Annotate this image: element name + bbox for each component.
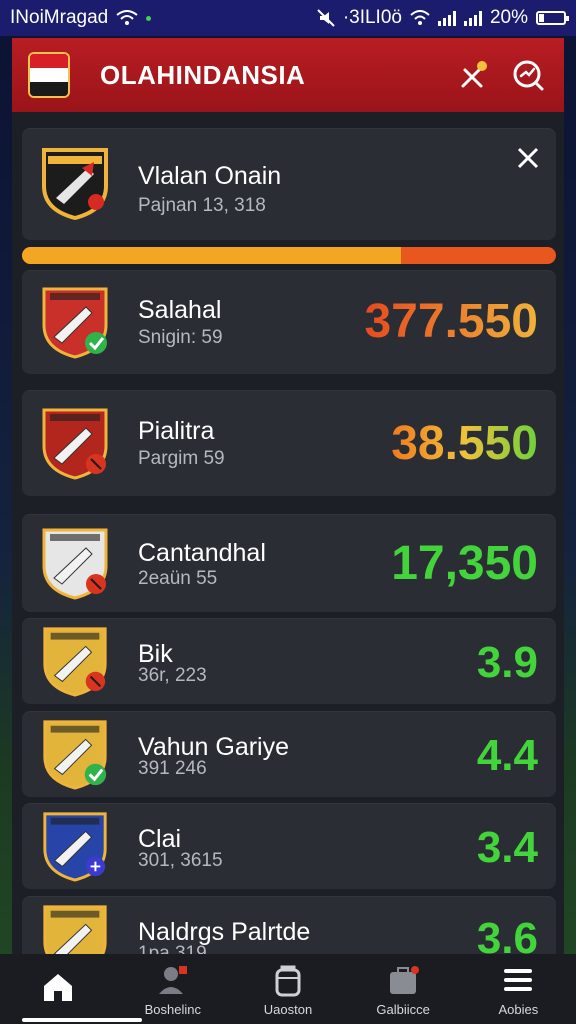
team-badge-icon (43, 812, 107, 882)
nav-locker[interactable]: Uaoston (238, 962, 338, 1017)
nav-briefcase[interactable]: Galbiicce (353, 962, 453, 1017)
bottom-nav: Boshelinc Uaoston Galbiicce Aobies (0, 954, 576, 1024)
player-name: Pialitra (138, 417, 215, 445)
player-card[interactable]: Pialitra Pargim 59 38.550 (22, 390, 556, 496)
nav-player[interactable]: Boshelinc (123, 962, 223, 1017)
wifi-signal-icon (410, 10, 430, 25)
tools-button[interactable] (454, 55, 494, 95)
featured-name: Vlalan Onain (138, 162, 282, 190)
home-indicator (22, 1018, 142, 1022)
battery-percent: 20% (489, 7, 528, 28)
carrier-label: INoiMragad (10, 7, 109, 28)
player-card[interactable]: Clai 301, 3615 3.4 (22, 803, 556, 889)
progress-fill (22, 247, 402, 264)
player-subtitle: 301, 3615 (138, 850, 223, 871)
app-title: OLAHINDANSIA (100, 59, 306, 90)
player-subtitle: 36r, 223 (138, 665, 207, 686)
clock: ·3ILI0ö (342, 7, 402, 28)
player-subtitle: 391 246 (138, 758, 207, 779)
player-subtitle: 2eaün 55 (138, 568, 218, 589)
dot-icon (146, 15, 152, 21)
team-badge-icon (43, 627, 107, 697)
mute-icon (317, 9, 335, 27)
progress-bar (22, 247, 556, 264)
locker-icon (275, 965, 301, 996)
featured-subtitle: Pajnan 13, 318 (138, 195, 266, 216)
search-icon (513, 60, 544, 91)
close-icon (517, 147, 539, 169)
player-value: 38.550 (391, 417, 538, 470)
player-value: 17,350 (391, 537, 538, 590)
player-card[interactable]: Cantandhal 2eaün 55 17,350 (22, 514, 556, 612)
signal-bars-2-icon (463, 10, 482, 26)
home-icon (43, 974, 72, 1001)
nav-locker-label: Uaoston (263, 1001, 313, 1017)
player-card[interactable]: Bik 36r, 223 3.9 (22, 618, 556, 704)
nav-menu[interactable]: Aobies (468, 962, 568, 1017)
close-button[interactable] (512, 142, 544, 174)
player-value: 4.4 (476, 731, 538, 780)
team-badge-icon (43, 720, 107, 790)
menu-icon (504, 968, 533, 991)
player-value: 377.550 (364, 295, 538, 348)
team-badge-icon (42, 287, 108, 359)
player-subtitle: Snigin: 59 (138, 327, 223, 348)
nav-briefcase-label: Galbiicce (376, 1001, 430, 1017)
status-bar: INoiMragad ·3ILI0ö 20% (0, 0, 576, 36)
player-name: Salahal (138, 296, 222, 324)
signal-bars-icon (437, 10, 456, 26)
team-badge-icon (42, 408, 108, 480)
player-value: 3.9 (476, 638, 538, 687)
player-name: Cantandhal (138, 539, 266, 567)
battery-icon (536, 11, 569, 25)
nav-menu-label: Aobies (498, 1001, 539, 1017)
player-icon (158, 965, 187, 994)
team-badge-icon (42, 528, 108, 600)
flag-logo-icon (28, 52, 70, 98)
team-badge-icon (42, 148, 108, 220)
nav-home[interactable] (8, 969, 108, 1009)
player-card[interactable]: Vahun Gariye 391 246 4.4 (22, 711, 556, 797)
search-button[interactable] (508, 55, 548, 95)
tools-icon (461, 61, 487, 88)
app-bar: OLAHINDANSIA (12, 38, 564, 112)
player-subtitle: Pargim 59 (138, 448, 225, 469)
featured-card[interactable]: Vlalan Onain Pajnan 13, 318 (22, 128, 556, 240)
player-value: 3.4 (476, 823, 538, 872)
briefcase-icon (390, 965, 420, 994)
player-card[interactable]: Salahal Snigin: 59 377.550 (22, 270, 556, 374)
wifi-icon (116, 10, 138, 25)
nav-player-label: Boshelinc (144, 1001, 201, 1017)
